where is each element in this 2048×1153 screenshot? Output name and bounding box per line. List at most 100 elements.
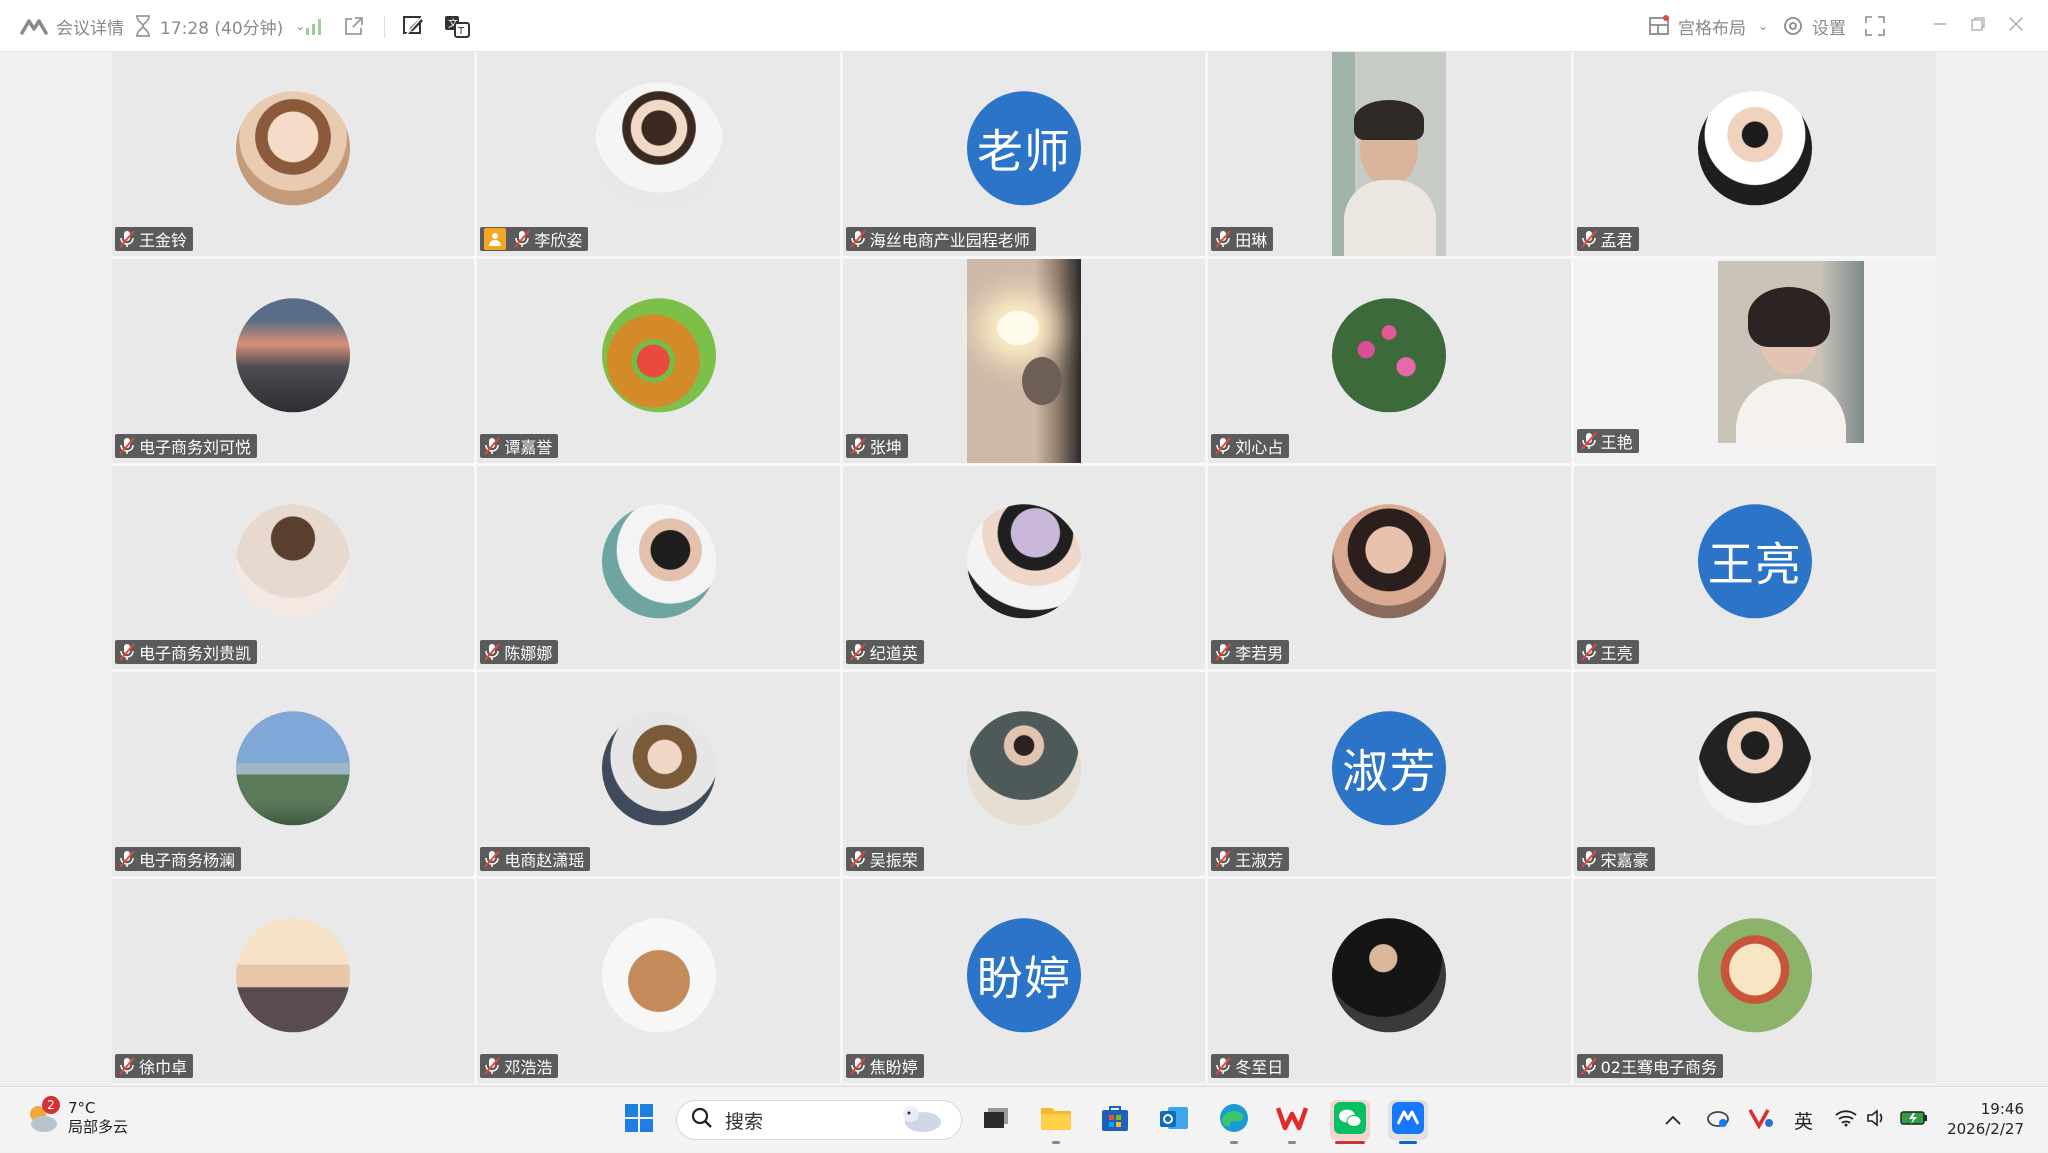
participant-tile[interactable]: 淑芳 王淑芳 (1208, 672, 1571, 877)
show-hidden-icons-button[interactable] (1664, 1087, 1682, 1153)
avatar (236, 297, 351, 412)
wps-office-icon (1275, 1104, 1309, 1136)
search-placeholder: 搜索 (725, 1110, 764, 1133)
store-button[interactable] (1095, 1100, 1135, 1140)
participant-name: 焦盼婷 (869, 1058, 918, 1077)
wps-button[interactable] (1272, 1100, 1312, 1144)
participant-tile[interactable]: 02王骞电子商务 (1573, 879, 1936, 1083)
signal-bars-icon (304, 16, 324, 36)
gear-icon (1782, 15, 1804, 37)
name-tag: 王艳 (1576, 428, 1639, 453)
participant-tile[interactable]: 电子商务刘贵凯 (112, 465, 475, 670)
mic-muted-icon (850, 230, 866, 248)
layout-switch-button[interactable]: 宫格布局 ⌄ (1648, 0, 1768, 52)
restore-button[interactable] (1958, 0, 1998, 52)
participant-tile[interactable]: 李若男 (1208, 465, 1571, 670)
participant-tile[interactable]: 徐巾卓 (112, 879, 475, 1083)
avatar: 王亮 (1697, 504, 1812, 619)
input-method-indicator[interactable]: 英 (1794, 1087, 1813, 1153)
name-tag: 王亮 (1576, 640, 1639, 665)
participant-tile[interactable]: 纪道英 (842, 465, 1206, 670)
close-button[interactable] (1996, 0, 2036, 52)
minimize-button[interactable] (1920, 0, 1960, 52)
participant-tile[interactable]: 王金铃 (112, 52, 475, 256)
participant-tile[interactable]: 邓浩浩 (477, 879, 840, 1083)
annotation-button[interactable] (402, 0, 426, 52)
participant-name: 电子商务刘可悦 (139, 437, 252, 457)
settings-button[interactable]: 设置 (1782, 0, 1846, 52)
avatar (601, 711, 716, 826)
mic-muted-icon (850, 643, 866, 662)
name-tag: 焦盼婷 (845, 1054, 924, 1078)
participant-name: 电子商务刘贵凯 (139, 644, 252, 664)
taskbar-search[interactable]: 搜索 (676, 1100, 962, 1140)
system-clock[interactable]: 19:46 2026/2/27 (1947, 1099, 2024, 1139)
tray-app-icon[interactable] (1706, 1087, 1730, 1153)
share-button[interactable] (343, 0, 365, 52)
wechat-button[interactable] (1330, 1100, 1370, 1144)
participant-tile[interactable]: 电商赵潇瑶 (477, 672, 840, 877)
name-tag: 宋嘉豪 (1576, 847, 1655, 872)
participant-grid: 王金铃 李欣姿 老师 海丝电商产业园程老师 田琳 孟君 电子商务刘可悦 谭嘉誉 … (112, 52, 1936, 1083)
participant-name: 孟君 (1600, 230, 1633, 250)
wifi-button[interactable] (1834, 1087, 1858, 1153)
tencent-meeting-logo-icon (20, 17, 48, 35)
participant-tile[interactable]: 孟君 (1573, 52, 1936, 256)
mic-muted-icon (1580, 431, 1597, 450)
chevron-down-icon: ⌄ (1758, 19, 1769, 33)
avatar (1332, 504, 1447, 619)
file-explorer-button[interactable] (1036, 1100, 1076, 1144)
participant-tile[interactable]: 王亮 王亮 (1573, 465, 1936, 670)
network-signal-button[interactable] (304, 0, 324, 52)
volume-button[interactable] (1866, 1087, 1888, 1153)
avatar (966, 504, 1081, 619)
fullscreen-button[interactable] (1864, 0, 1886, 52)
name-tag: 张坤 (845, 433, 908, 458)
participant-name: 纪道英 (869, 644, 918, 664)
participant-tile[interactable]: 老师 海丝电商产业园程老师 (842, 52, 1206, 256)
participant-tile[interactable]: 陈娜娜 (477, 465, 840, 670)
avatar (236, 91, 351, 206)
participant-tile[interactable]: 吴振荣 (842, 672, 1206, 877)
settings-label: 设置 (1812, 18, 1846, 39)
name-tag: 李欣姿 (480, 226, 589, 251)
participant-name: 冬至日 (1235, 1058, 1284, 1077)
mic-muted-icon (1580, 850, 1597, 868)
meeting-duration[interactable]: 17:28 (40分钟) ⌄ (134, 0, 305, 52)
participant-tile[interactable]: 盼婷 焦盼婷 (842, 879, 1206, 1083)
participant-tile[interactable]: 张坤 (842, 258, 1206, 463)
participant-name: 邓浩浩 (504, 1058, 553, 1077)
weather-widget[interactable]: 2 7°C 局部多云 (24, 1096, 128, 1137)
mic-muted-icon (1215, 850, 1231, 868)
fullscreen-icon (1864, 15, 1886, 37)
toolbar-divider (384, 16, 385, 38)
start-button[interactable] (619, 1100, 659, 1140)
running-indicator (1288, 1141, 1296, 1144)
tencent-meeting-button[interactable] (1388, 1100, 1428, 1144)
host-icon (484, 227, 507, 250)
outlook-button[interactable] (1154, 1100, 1194, 1140)
speaker-icon (1866, 1109, 1888, 1131)
participant-tile[interactable]: 田琳 (1208, 52, 1571, 256)
participant-tile[interactable]: 李欣姿 (477, 52, 840, 256)
avatar (966, 711, 1081, 826)
participant-tile[interactable]: 冬至日 (1208, 879, 1571, 1083)
participant-tile[interactable]: 谭嘉誉 (477, 258, 840, 463)
mic-muted-icon (1580, 230, 1597, 248)
participant-tile[interactable]: 宋嘉豪 (1573, 672, 1936, 877)
participant-tile[interactable]: 王艳 (1573, 258, 1936, 463)
battery-button[interactable] (1900, 1087, 1928, 1153)
participant-tile[interactable]: 电子商务杨澜 (112, 672, 475, 877)
name-tag: 电子商务杨澜 (115, 847, 242, 872)
name-tag: 徐巾卓 (115, 1054, 194, 1078)
tray-antivirus-icon[interactable] (1748, 1087, 1774, 1153)
meeting-details-button[interactable]: 会议详情 (20, 0, 124, 52)
participant-tile[interactable]: 刘心占 (1208, 258, 1571, 463)
mic-muted-icon (484, 436, 501, 455)
task-view-button[interactable] (976, 1100, 1016, 1140)
translate-icon: 文T (444, 14, 470, 38)
participant-tile[interactable]: 电子商务刘可悦 (112, 258, 475, 463)
translate-button[interactable]: 文T (444, 0, 470, 52)
mic-muted-icon (850, 1057, 866, 1075)
edge-button[interactable] (1214, 1100, 1254, 1144)
